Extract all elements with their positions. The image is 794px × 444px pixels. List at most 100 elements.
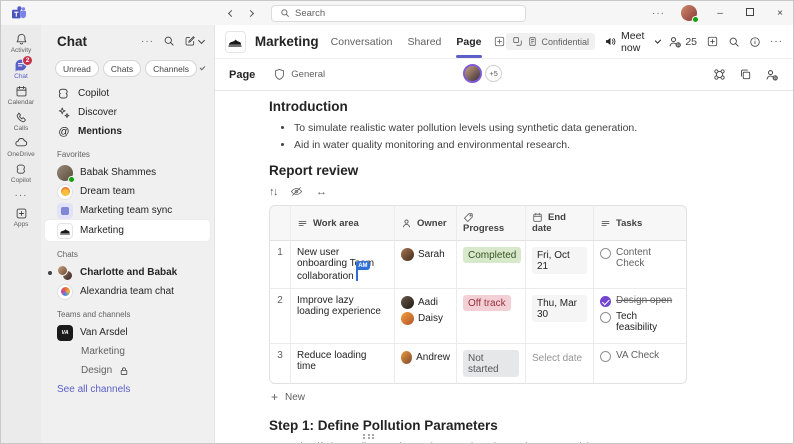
rail-item-onedrive[interactable]: OneDrive — [1, 134, 41, 160]
avatar — [57, 165, 73, 181]
column-header-end-date[interactable]: End date — [526, 205, 594, 241]
at-mention-icon: @ — [57, 126, 71, 138]
task-item[interactable]: Design open — [600, 295, 680, 307]
tasks-cell[interactable]: Design open Tech feasibility — [594, 289, 687, 344]
minimize-button[interactable]: – — [713, 8, 727, 19]
sidebar-more-icon[interactable]: ··· — [141, 36, 154, 47]
profile-avatar[interactable] — [681, 5, 697, 21]
rail-item-activity[interactable]: Activity — [1, 30, 41, 56]
end-date-cell[interactable]: Thu, Mar 30 — [526, 289, 594, 344]
add-tab-button[interactable] — [493, 35, 506, 48]
meet-now-button[interactable]: Meet now — [604, 30, 659, 54]
owner-cell[interactable]: Sarah — [395, 241, 457, 289]
bullet-item: Identify key pollutants (e.g., nitrates,… — [294, 440, 687, 443]
owner-cell[interactable]: Aadi Daisy — [395, 289, 457, 344]
permission-scope[interactable]: General — [273, 68, 325, 81]
column-header-tasks[interactable]: Tasks — [594, 205, 687, 241]
sidebar-channel-marketing[interactable]: Marketing — [41, 342, 214, 361]
workspace-button[interactable] — [713, 68, 726, 81]
app-rail: Activity 2 Chat Calendar Calls OneDrive … — [1, 25, 41, 443]
rail-item-calendar[interactable]: Calendar — [1, 82, 41, 108]
maximize-button[interactable] — [743, 8, 757, 19]
drag-handle[interactable] — [363, 434, 375, 440]
section-teams-and-channels[interactable]: Teams and channels — [41, 301, 214, 323]
sidebar-item-babak-shammes[interactable]: Babak Shammes — [41, 163, 214, 182]
end-date-cell[interactable]: Fri, Oct 21 — [526, 241, 594, 289]
tab-shared[interactable]: Shared — [408, 25, 442, 58]
page-members-button[interactable] — [765, 68, 779, 82]
section-favorites[interactable]: Favorites — [41, 141, 214, 163]
progress-cell[interactable]: Not started — [457, 344, 526, 384]
filter-chats[interactable]: Chats — [103, 60, 141, 77]
table-toolbar: ↑↓ ↔ — [269, 185, 687, 198]
column-header-owner[interactable]: Owner — [395, 205, 457, 241]
task-item[interactable]: Tech feasibility — [600, 311, 680, 333]
copilot-icon — [15, 163, 28, 176]
new-chat-button[interactable] — [184, 35, 204, 47]
rail-item-copilot[interactable]: Copilot — [1, 160, 41, 186]
filters-collapse-icon[interactable] — [200, 65, 206, 71]
work-area-cell[interactable]: Improve lazy loading experience — [291, 289, 395, 344]
header-more-icon[interactable]: ··· — [770, 36, 783, 47]
sidebar-item-marketing[interactable]: Marketing — [45, 220, 210, 241]
task-checkbox[interactable] — [600, 351, 611, 362]
tab-page[interactable]: Page — [456, 25, 481, 58]
task-checkbox[interactable] — [600, 248, 611, 259]
rail-item-apps[interactable]: Apps — [1, 204, 41, 230]
titlebar-more-icon[interactable]: ··· — [652, 8, 665, 19]
sidebar-channel-design[interactable]: Design — [41, 361, 214, 380]
filter-unread[interactable]: Unread — [55, 60, 99, 77]
sidebar-item-copilot[interactable]: Copilot — [41, 84, 214, 103]
rail-more-icon[interactable]: ··· — [1, 186, 41, 204]
nav-back-button[interactable] — [229, 8, 234, 19]
work-area-cell[interactable]: Reduce loading time — [291, 344, 395, 384]
progress-cell[interactable]: Completed — [457, 241, 526, 289]
task-checkbox[interactable] — [600, 312, 611, 323]
sort-icon[interactable]: ↑↓ — [269, 186, 277, 198]
header-add-button[interactable] — [706, 35, 719, 48]
info-icon[interactable] — [749, 36, 761, 48]
task-item[interactable]: Content Check — [600, 247, 680, 269]
sidebar-item-charlotte-and-babak[interactable]: Charlotte and Babak — [41, 263, 214, 282]
sensitivity-label[interactable]: Confidential — [506, 33, 596, 50]
tasks-cell[interactable]: Content Check — [594, 241, 687, 289]
filter-channels[interactable]: Channels — [145, 60, 197, 77]
copy-page-button[interactable] — [739, 68, 752, 81]
rail-item-chat[interactable]: 2 Chat — [1, 56, 41, 82]
hide-eye-icon[interactable] — [290, 185, 303, 198]
owner-cell[interactable]: Andrew — [395, 344, 457, 384]
work-area-cell[interactable]: New user onboarding Team collaborationAM — [291, 241, 395, 289]
tasks-cell[interactable]: VA Check — [594, 344, 687, 384]
tab-conversation[interactable]: Conversation — [331, 25, 393, 58]
sidebar-item-dream-team[interactable]: Dream team — [41, 182, 214, 201]
see-all-channels-link[interactable]: See all channels — [41, 380, 214, 399]
nav-forward-button[interactable] — [248, 8, 253, 19]
status-badge: Off track — [463, 295, 511, 311]
header-search-icon[interactable] — [728, 36, 740, 48]
avatar — [463, 64, 482, 83]
close-button[interactable]: × — [773, 8, 787, 19]
sidebar-item-mentions[interactable]: @ Mentions — [41, 122, 214, 141]
task-item[interactable]: VA Check — [600, 350, 680, 362]
column-header-progress[interactable]: Progress — [457, 205, 526, 241]
members-button[interactable]: 25 — [668, 35, 697, 49]
step1-bullets: Identify key pollutants (e.g., nitrates,… — [269, 440, 687, 443]
section-chats[interactable]: Chats — [41, 241, 214, 263]
collaborator-overflow-badge[interactable]: +5 — [485, 65, 502, 82]
collaborator-avatars[interactable]: +5 — [463, 64, 502, 83]
add-row-button[interactable]: + New — [269, 384, 687, 405]
end-date-cell[interactable]: Select date — [526, 344, 594, 384]
sidebar-item-van-arsdel[interactable]: VA Van Arsdel — [41, 323, 214, 342]
sidebar-search-icon[interactable] — [163, 35, 175, 47]
resize-icon[interactable]: ↔ — [316, 186, 327, 198]
avatar — [57, 284, 73, 300]
column-header-work-area[interactable]: Work area — [291, 205, 395, 241]
rail-item-calls[interactable]: Calls — [1, 108, 41, 134]
sidebar-item-discover[interactable]: Discover — [41, 103, 214, 122]
task-checkbox-checked[interactable] — [600, 296, 611, 307]
sparkle-icon — [57, 106, 71, 120]
sidebar-item-alexandria-team-chat[interactable]: Alexandria team chat — [41, 282, 214, 301]
sidebar-item-marketing-team-sync[interactable]: Marketing team sync — [41, 201, 214, 220]
progress-cell[interactable]: Off track — [457, 289, 526, 344]
search-input[interactable]: Search — [271, 5, 526, 22]
